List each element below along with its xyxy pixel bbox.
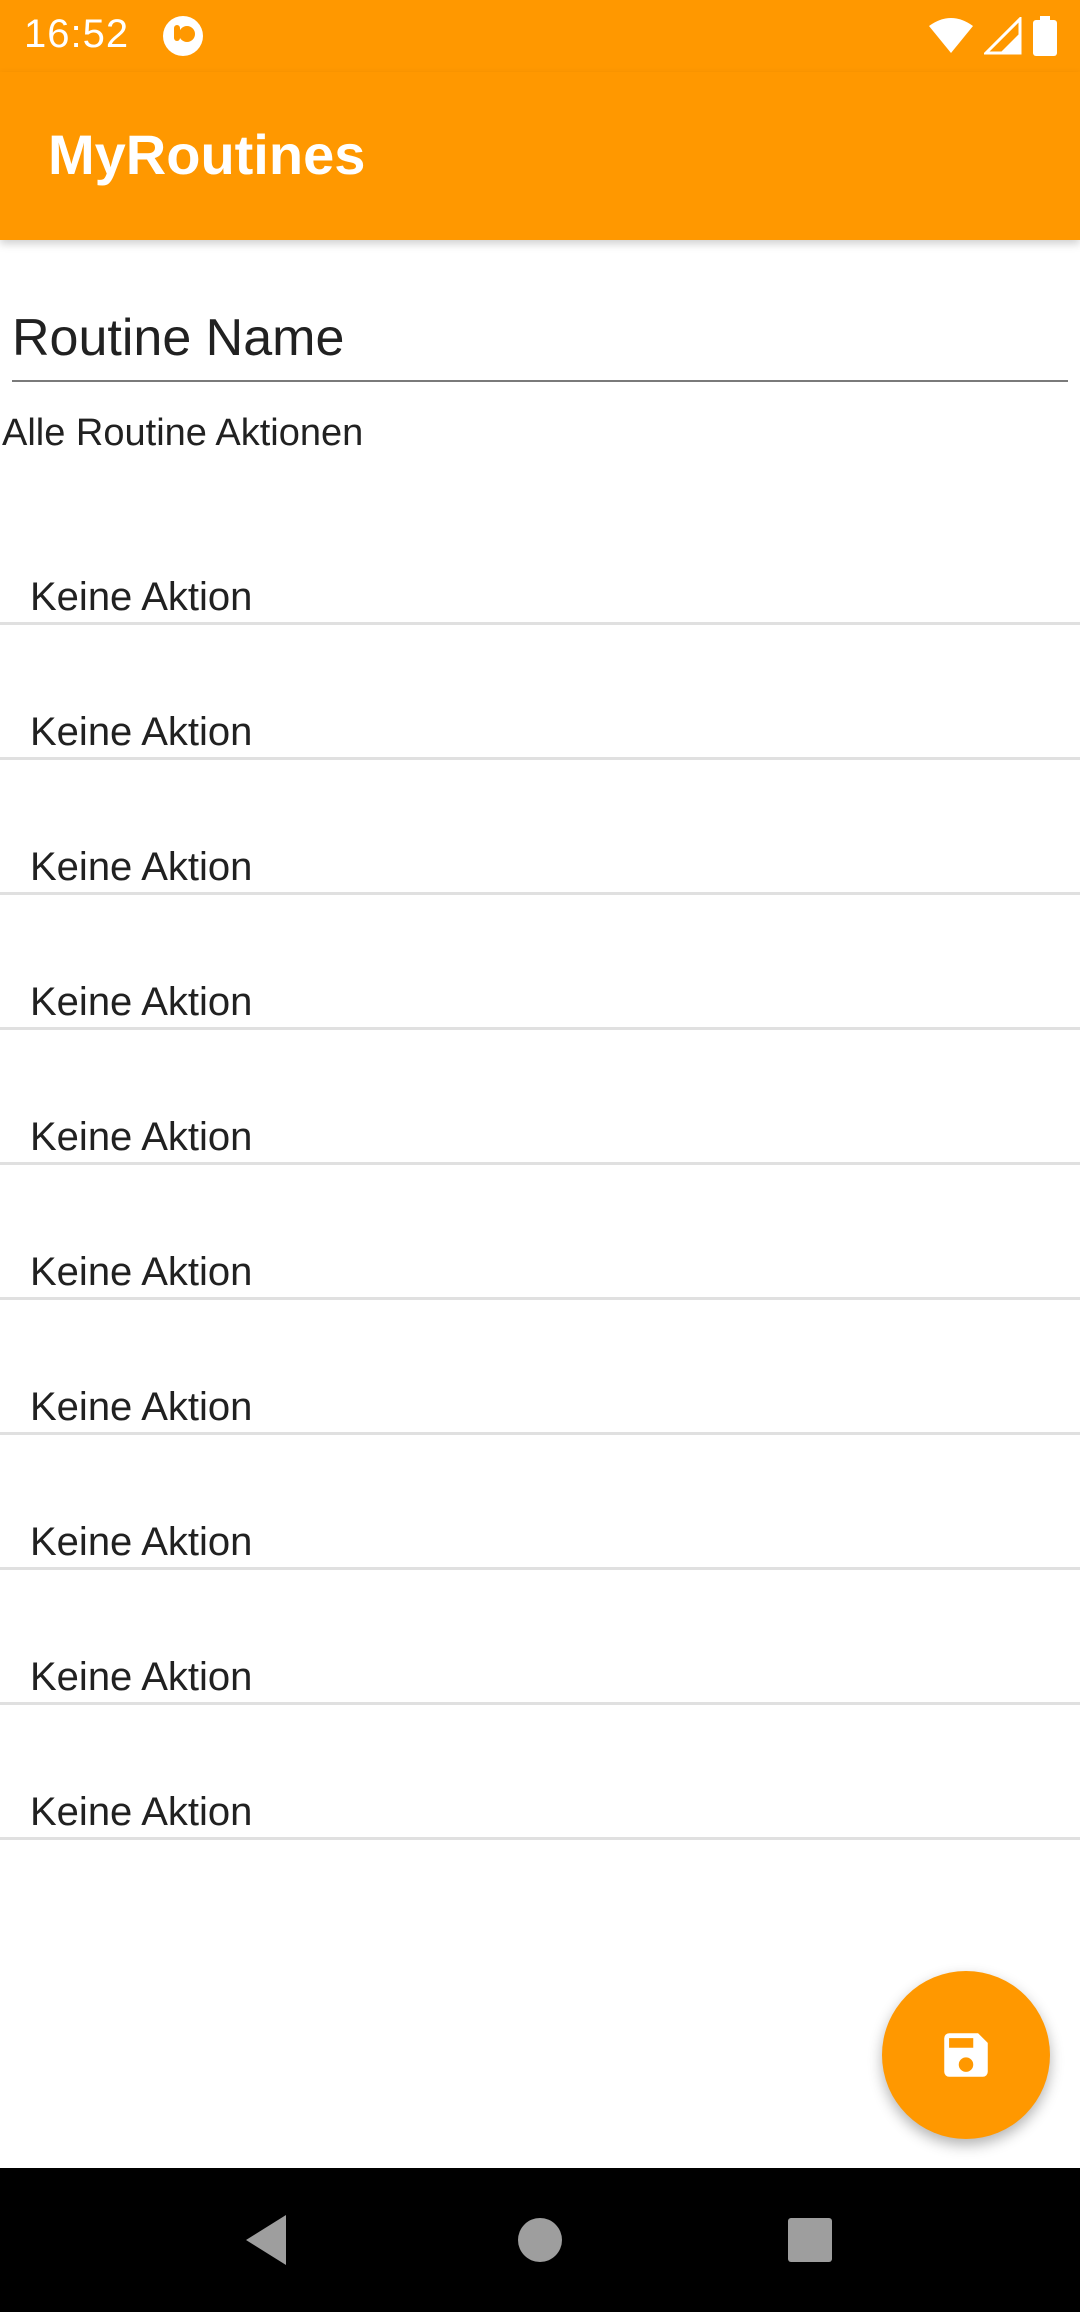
save-button[interactable]	[882, 1971, 1050, 2139]
action-label: Keine Aktion	[30, 1520, 253, 1564]
home-button[interactable]	[468, 2168, 612, 2312]
navigation-bar	[0, 2168, 1080, 2312]
action-row[interactable]: Keine Aktion	[0, 490, 1080, 625]
action-row[interactable]: Keine Aktion	[0, 760, 1080, 895]
action-label: Keine Aktion	[30, 1250, 253, 1294]
action-label: Keine Aktion	[30, 980, 253, 1024]
action-row[interactable]: Keine Aktion	[0, 1030, 1080, 1165]
action-label: Keine Aktion	[30, 710, 253, 754]
action-label: Keine Aktion	[30, 1385, 253, 1429]
save-icon	[944, 2033, 988, 2077]
status-bar: 16:52	[0, 0, 1080, 72]
action-label: Keine Aktion	[30, 1790, 253, 1834]
action-list: Keine Aktion Keine Aktion Keine Aktion K…	[0, 490, 1080, 1840]
action-label: Keine Aktion	[30, 845, 253, 889]
recents-button[interactable]	[738, 2168, 882, 2312]
back-icon	[246, 2215, 286, 2265]
app-title: MyRoutines	[48, 123, 366, 186]
action-row[interactable]: Keine Aktion	[0, 625, 1080, 760]
action-label: Keine Aktion	[30, 575, 253, 619]
action-label: Keine Aktion	[30, 1115, 253, 1159]
actions-section-label: Alle Routine Aktionen	[2, 412, 364, 454]
action-label: Keine Aktion	[30, 1655, 253, 1699]
status-time: 16:52	[24, 12, 130, 56]
status-icons	[928, 14, 1058, 58]
app-bar: MyRoutines	[0, 72, 1080, 240]
action-row[interactable]: Keine Aktion	[0, 1570, 1080, 1705]
action-row[interactable]: Keine Aktion	[0, 1435, 1080, 1570]
home-icon	[518, 2218, 562, 2262]
back-button[interactable]	[194, 2168, 338, 2312]
action-row[interactable]: Keine Aktion	[0, 895, 1080, 1030]
screen: 16:52 MyRoutines Alle Routine Aktionen	[0, 0, 1080, 2312]
routine-name-input[interactable]	[12, 296, 1068, 382]
battery-icon	[1033, 16, 1057, 56]
action-row[interactable]: Keine Aktion	[0, 1705, 1080, 1840]
action-row[interactable]: Keine Aktion	[0, 1300, 1080, 1435]
wifi-icon	[929, 18, 973, 53]
signal-icon	[984, 17, 1022, 55]
recents-icon	[788, 2218, 832, 2262]
action-row[interactable]: Keine Aktion	[0, 1165, 1080, 1300]
app-notification-icon	[163, 16, 203, 56]
